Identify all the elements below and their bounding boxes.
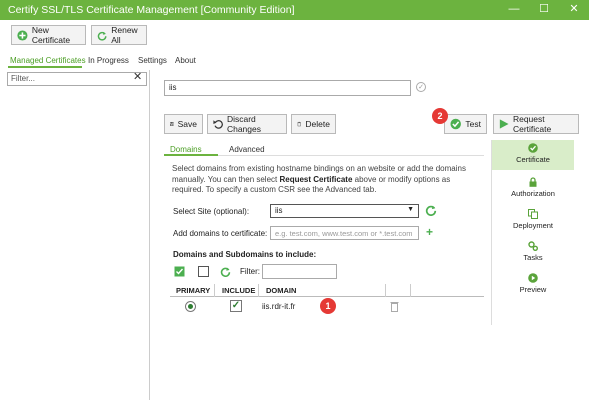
intro-text-bold: Request Certificate [279, 174, 353, 184]
check-circle-icon [450, 118, 461, 130]
select-all-button[interactable] [170, 264, 188, 279]
copy-icon [528, 209, 538, 219]
renew-all-button[interactable]: Renew All [91, 25, 147, 45]
nav-deployment[interactable]: Deployment [492, 206, 574, 236]
tab-about[interactable]: About [175, 56, 196, 65]
subtab-active-indicator [164, 154, 218, 156]
nav-preview-label: Preview [519, 285, 547, 294]
refresh-sites-icon[interactable] [425, 204, 437, 219]
nav-preview[interactable]: Preview [492, 270, 574, 300]
minimize-button[interactable]: — [499, 0, 529, 20]
test-label: Test [465, 119, 481, 129]
column-include: INCLUDE [222, 286, 256, 295]
gears-icon [528, 241, 538, 251]
request-certificate-button[interactable]: Request Certificate [493, 114, 579, 134]
checkbox-empty-icon [197, 266, 209, 277]
maximize-button[interactable]: ☐ [529, 0, 559, 20]
play-circle-icon [528, 273, 538, 283]
new-certificate-button[interactable]: New Certificate [11, 25, 86, 45]
select-site-value: iis [275, 206, 283, 215]
renew-all-label: Renew All [111, 25, 138, 45]
close-button[interactable]: ✕ [559, 0, 589, 20]
plus-circle-icon [17, 29, 28, 41]
delete-label: Delete [305, 119, 330, 129]
clear-filter-icon[interactable]: ✕ [133, 70, 142, 83]
test-button[interactable]: Test [444, 114, 487, 134]
domain-filter-input[interactable] [262, 264, 337, 279]
include-checkbox[interactable]: ✓ [230, 300, 242, 312]
column-domain: DOMAIN [266, 286, 297, 295]
title-bar: Certify SSL/TLS Certificate Management [… [0, 0, 589, 20]
discard-changes-label: Discard Changes [226, 114, 261, 134]
tab-advanced[interactable]: Advanced [229, 145, 265, 154]
nav-deployment-label: Deployment [512, 221, 554, 230]
window-title: Certify SSL/TLS Certificate Management [… [8, 4, 295, 16]
primary-radio[interactable] [185, 301, 196, 312]
nav-authorization[interactable]: Authorization [492, 174, 574, 204]
domains-table-header: PRIMARY INCLUDE DOMAIN [170, 284, 484, 297]
save-label: Save [177, 119, 197, 129]
domain-filter-label: Filter: [240, 267, 260, 276]
filter-input[interactable]: Filter... [7, 72, 147, 86]
section-nav: Certificate Authorization Deployment Tas… [491, 140, 574, 325]
nav-tasks-label: Tasks [523, 253, 543, 262]
new-certificate-label: New Certificate [31, 25, 71, 45]
select-site-label: Select Site (optional): [173, 207, 250, 216]
undo-icon [213, 120, 223, 129]
refresh-domains-button[interactable] [216, 264, 234, 279]
add-domains-input[interactable]: e.g. test.com, www.test.com or *.test.co… [270, 226, 419, 240]
checkbox-checked-icon [174, 266, 184, 277]
certificate-name-input[interactable]: iis [164, 80, 411, 96]
nav-authorization-label: Authorization [511, 189, 555, 198]
request-certificate-label: Request Certificate [512, 114, 552, 134]
select-site-dropdown[interactable]: iis ▼ [270, 204, 419, 218]
column-separator [410, 284, 411, 297]
refresh-icon [97, 31, 107, 41]
valid-check-icon: ✓ [416, 82, 426, 92]
annotation-badge-domain: 1 [320, 298, 336, 314]
trash-icon[interactable] [390, 301, 399, 312]
annotation-badge-test: 2 [432, 108, 448, 124]
tab-managed-certificates[interactable]: Managed Certificates [10, 56, 86, 65]
nav-certificate[interactable]: Certificate [492, 140, 574, 170]
delete-button[interactable]: Delete [291, 114, 336, 134]
add-domains-label: Add domains to certificate: [173, 229, 268, 238]
save-button[interactable]: Save [164, 114, 203, 134]
chevron-down-icon: ▼ [407, 206, 414, 213]
column-separator [385, 284, 386, 297]
nav-certificate-label: Certificate [516, 155, 550, 164]
save-icon [170, 122, 174, 126]
managed-certificates-panel: Filter... ✕ [7, 70, 150, 400]
column-separator [214, 284, 215, 297]
tab-domains[interactable]: Domains [170, 145, 202, 154]
domains-intro-text: Select domains from existing hostname bi… [172, 164, 484, 196]
domain-cell: iis.rdr-it.fr [262, 302, 296, 311]
refresh-icon [220, 267, 230, 277]
column-separator [258, 284, 259, 297]
lock-icon [529, 177, 537, 187]
tab-in-progress[interactable]: In Progress [88, 56, 129, 65]
check-circle-icon [528, 143, 538, 153]
discard-changes-button[interactable]: Discard Changes [207, 114, 287, 134]
play-icon [499, 119, 509, 129]
subdomains-header: Domains and Subdomains to include: [173, 250, 317, 259]
add-domain-plus-icon[interactable]: + [426, 225, 433, 239]
nav-tasks[interactable]: Tasks [492, 238, 574, 268]
column-primary: PRIMARY [176, 286, 211, 295]
active-tab-indicator [8, 66, 82, 68]
tab-settings[interactable]: Settings [138, 56, 167, 65]
trash-icon [297, 121, 301, 127]
select-none-button[interactable] [194, 264, 212, 279]
